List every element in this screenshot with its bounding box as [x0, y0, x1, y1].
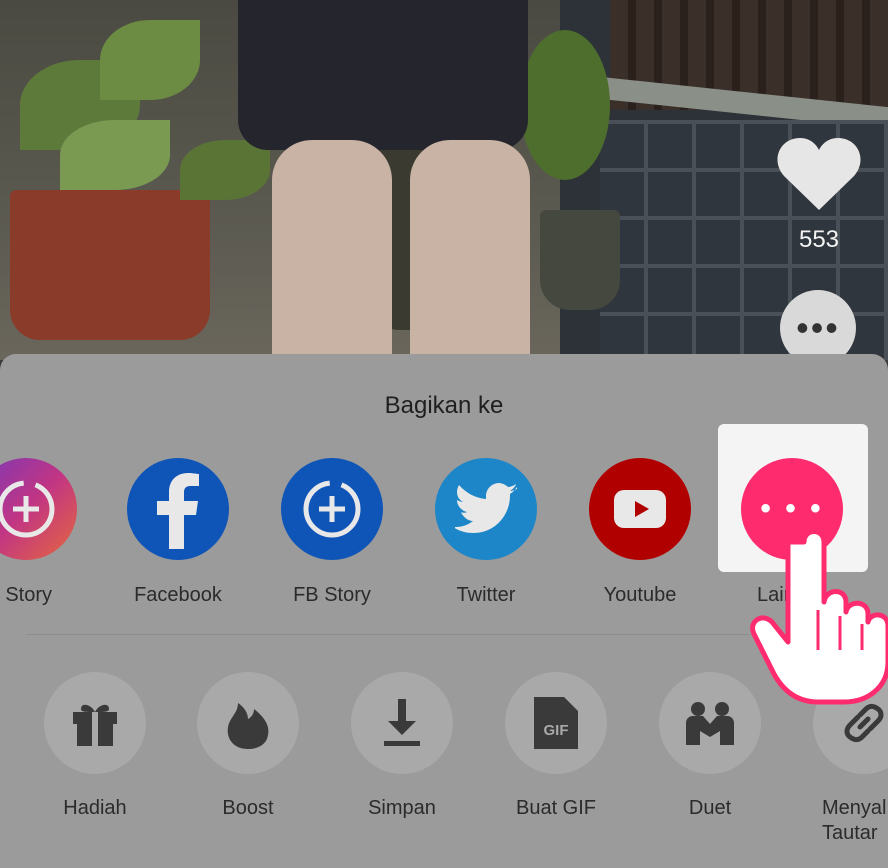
- share-target-facebook[interactable]: Facebook: [108, 458, 248, 618]
- share-sheet-title: Bagikan ke: [384, 392, 504, 419]
- plant-leaf: [180, 140, 270, 200]
- like-count: 553: [798, 226, 840, 253]
- action-label: Simpan: [368, 797, 436, 819]
- instagram-story-icon: [0, 458, 77, 560]
- action-boost[interactable]: Boost: [178, 672, 318, 852]
- plant-leaf: [520, 30, 610, 180]
- facebook-story-icon: [281, 458, 383, 560]
- action-gift[interactable]: Hadiah: [25, 672, 165, 852]
- action-label: Menyal Tautar: [822, 797, 887, 844]
- share-target-label: Facebook: [134, 584, 222, 606]
- person-leg: [410, 140, 530, 360]
- more-icon: •••: [796, 307, 840, 348]
- share-target-label: S Story: [0, 584, 52, 606]
- svg-text:GIF: GIF: [544, 722, 569, 739]
- download-icon: [351, 672, 453, 774]
- twitter-icon: [435, 458, 537, 560]
- share-target-ig-story[interactable]: S Story: [0, 458, 96, 618]
- plant-leaf: [60, 120, 170, 190]
- plant-pot-right: [540, 210, 620, 310]
- action-label: Hadiah: [63, 797, 127, 819]
- action-label: Buat GIF: [515, 797, 597, 819]
- share-target-twitter[interactable]: Twitter: [416, 458, 556, 618]
- action-make-gif[interactable]: GIF Buat GIF: [486, 672, 626, 852]
- gif-icon: GIF: [505, 672, 607, 774]
- divider: [26, 634, 862, 635]
- youtube-icon: [589, 458, 691, 560]
- share-target-label: Twitter: [456, 584, 516, 606]
- facebook-icon: [127, 458, 229, 560]
- plant-pot-left: [10, 190, 210, 340]
- action-label: Boost: [222, 797, 274, 819]
- share-target-label: Youtube: [603, 584, 677, 606]
- flame-icon: [197, 672, 299, 774]
- share-target-fb-story[interactable]: FB Story: [262, 458, 402, 618]
- heart-icon[interactable]: [776, 136, 862, 212]
- action-save[interactable]: Simpan: [332, 672, 472, 852]
- person-shorts: [238, 0, 528, 150]
- pointing-hand-icon: [750, 529, 888, 705]
- share-target-label: FB Story: [293, 584, 371, 606]
- gift-icon: [44, 672, 146, 774]
- person-leg: [272, 140, 392, 360]
- share-target-youtube[interactable]: Youtube: [570, 458, 710, 618]
- plant-leaf: [100, 20, 200, 100]
- action-label: Duet: [688, 797, 732, 819]
- video-background[interactable]: [0, 0, 888, 360]
